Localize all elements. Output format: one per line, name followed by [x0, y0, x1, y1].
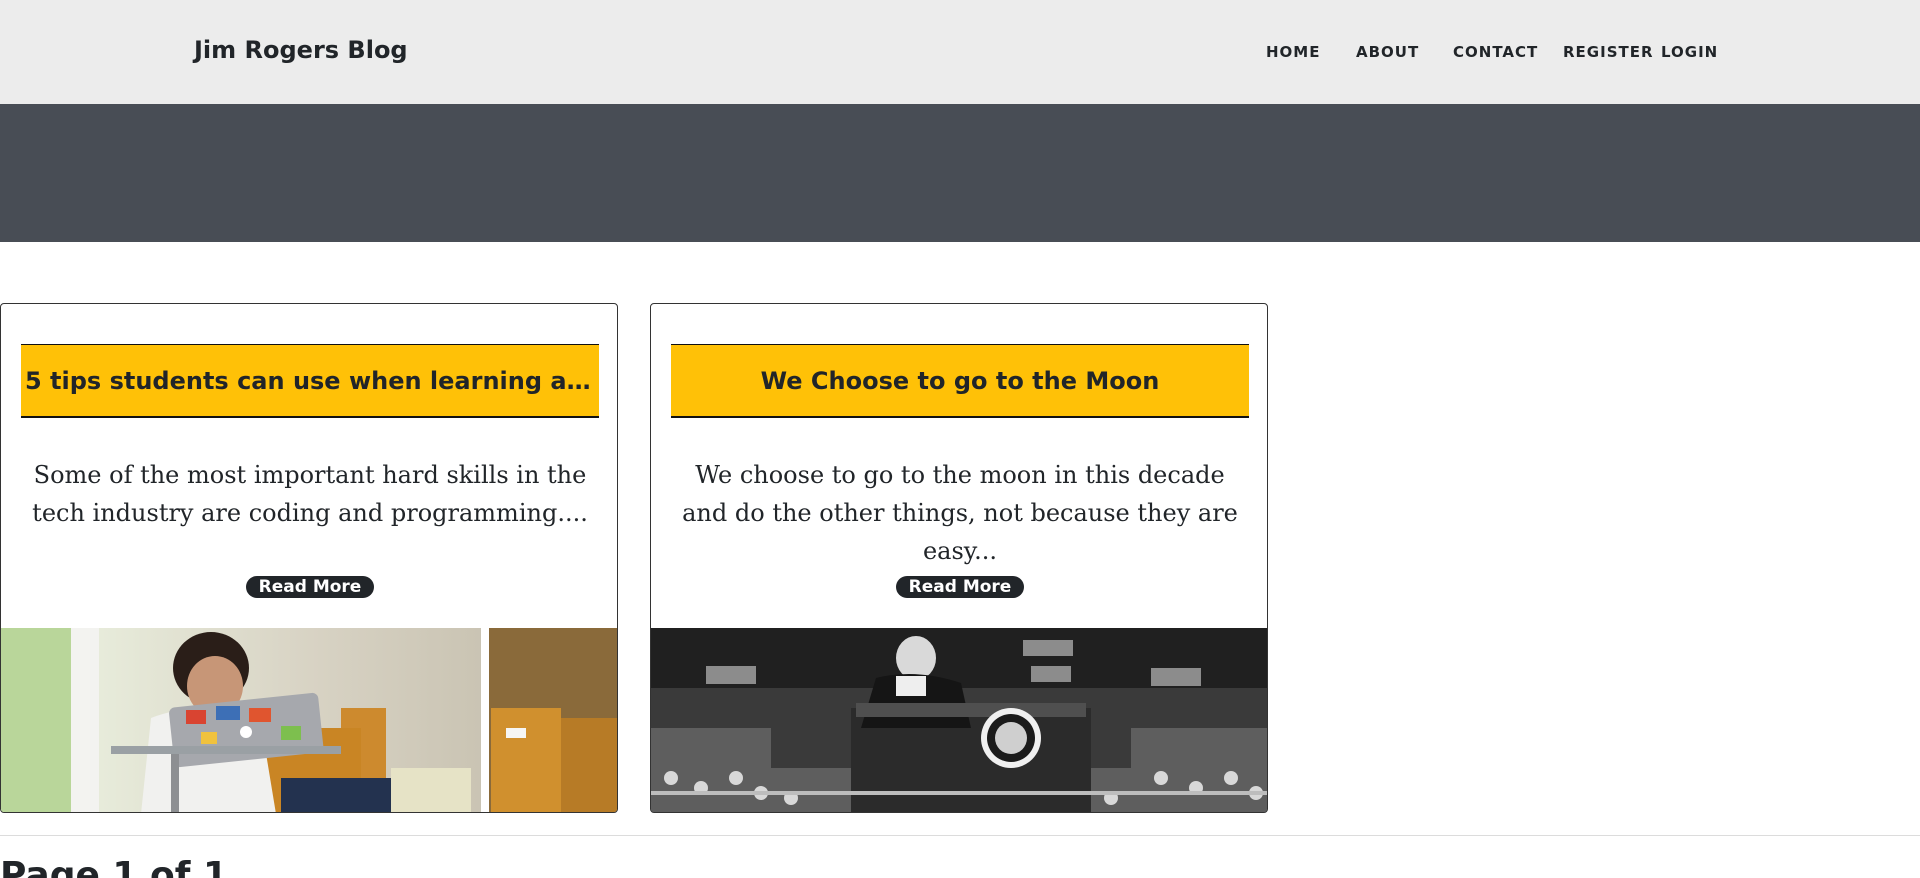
nav-login-link[interactable]: LOGIN	[1661, 43, 1718, 61]
post-image-student[interactable]	[1, 628, 617, 812]
navbar: Jim Rogers Blog HOME ABOUT CONTACT REGIS…	[0, 0, 1920, 104]
post-excerpt: Some of the most important hard skills i…	[32, 461, 588, 527]
post-card: We Choose to go to the Moon We choose to…	[650, 303, 1268, 813]
pagination-text: Page 1 of 1	[0, 855, 228, 878]
post-image-moon-speech[interactable]	[651, 628, 1267, 812]
post-title: We Choose to go to the Moon	[671, 344, 1249, 418]
read-more-button[interactable]: Read More	[896, 576, 1024, 598]
post-title-text: 5 tips students can use when learning ab…	[25, 366, 595, 395]
divider	[0, 835, 1920, 836]
president-speech-podium-photo	[651, 628, 1267, 812]
student-with-laptop-photo	[1, 628, 617, 812]
nav-about-link[interactable]: ABOUT	[1356, 43, 1419, 61]
post-title: 5 tips students can use when learning ab…	[21, 344, 599, 418]
nav-home-link[interactable]: HOME	[1266, 43, 1320, 61]
post-excerpt: We choose to go to the moon in this deca…	[682, 461, 1238, 565]
post-card: 5 tips students can use when learning ab…	[0, 303, 618, 813]
brand-link[interactable]: Jim Rogers Blog	[194, 36, 408, 64]
nav-register-link[interactable]: REGISTER	[1563, 43, 1654, 61]
read-more-button[interactable]: Read More	[246, 576, 374, 598]
post-title-text: We Choose to go to the Moon	[760, 366, 1160, 395]
hero-banner	[0, 104, 1920, 242]
nav-contact-link[interactable]: CONTACT	[1453, 43, 1538, 61]
